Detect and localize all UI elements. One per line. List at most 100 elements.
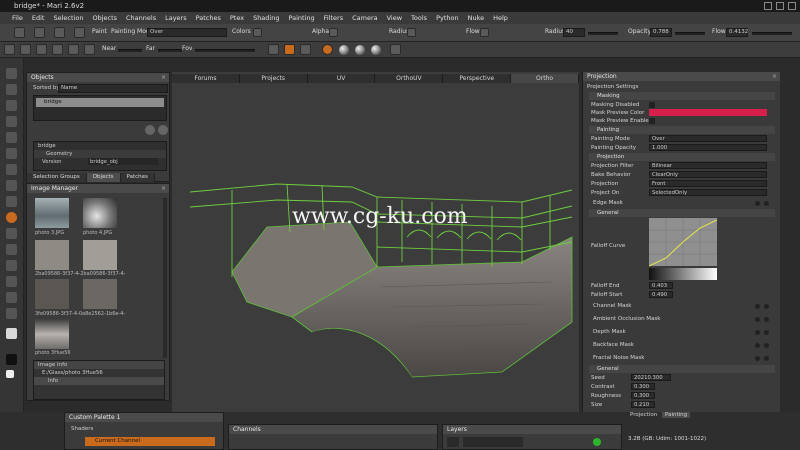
mask-preview-enabled-checkbox[interactable] — [649, 118, 655, 124]
light-tool-icon[interactable] — [6, 308, 17, 319]
tab-ortho[interactable]: Ortho — [511, 74, 579, 83]
fov-slider[interactable] — [195, 49, 255, 52]
layer-visibility-icon[interactable] — [447, 437, 459, 447]
bake-behavior-select[interactable]: ClearOnly — [649, 171, 767, 178]
falloff-curve-graph[interactable] — [649, 218, 717, 280]
general2-section[interactable]: General — [589, 365, 775, 373]
viewport[interactable]: www.cg-ku.com — [172, 72, 579, 412]
projection-select[interactable]: Front — [649, 180, 767, 187]
mask-enable-icon[interactable] — [755, 356, 760, 361]
ambient-occlusion-mask-header[interactable]: Ambient Occlusion Mask — [593, 315, 773, 324]
blur-tool-icon[interactable] — [6, 196, 17, 207]
maximize-icon[interactable] — [776, 2, 784, 10]
menu-objects[interactable]: Objects — [92, 12, 117, 24]
general-section[interactable]: General — [589, 209, 775, 217]
flatten-tool-icon[interactable] — [6, 276, 17, 287]
layer-blend-select[interactable] — [463, 437, 523, 447]
painting-opacity-input[interactable]: 1.000 — [649, 144, 767, 151]
radius-swatch-icon[interactable] — [407, 28, 416, 37]
close-icon[interactable]: × — [161, 184, 166, 193]
menu-tools[interactable]: Tools — [411, 12, 427, 24]
tab-patches[interactable]: Patches — [120, 173, 155, 182]
object-list-item[interactable]: bridge — [36, 98, 164, 107]
move-tool-icon[interactable] — [6, 132, 17, 143]
tab-uv[interactable]: UV — [307, 74, 376, 83]
projection-section[interactable]: Projection — [589, 153, 775, 161]
mask-invert-icon[interactable] — [764, 343, 769, 348]
masking-disabled-checkbox[interactable] — [649, 102, 655, 108]
fill-tool-icon[interactable] — [6, 148, 17, 159]
eraser-tool-icon[interactable] — [6, 116, 17, 127]
menu-edit[interactable]: Edit — [32, 12, 45, 24]
eyedropper-tool-icon[interactable] — [6, 244, 17, 255]
menu-python[interactable]: Python — [436, 12, 459, 24]
menu-filters[interactable]: Filters — [324, 12, 343, 24]
masking-section[interactable]: Masking — [589, 92, 775, 100]
image-thumb[interactable] — [83, 240, 117, 270]
move-icon[interactable] — [268, 44, 279, 55]
flow-slider[interactable] — [752, 32, 792, 35]
tab-projects[interactable]: Projects — [239, 74, 308, 83]
near-slider[interactable] — [118, 49, 142, 52]
edge-mask-header[interactable]: Edge Mask — [593, 199, 773, 208]
brush-icon[interactable] — [14, 27, 25, 38]
remove-object-icon[interactable] — [158, 125, 168, 135]
image-thumb[interactable] — [35, 319, 69, 349]
opacity-input[interactable]: 0.788 — [650, 28, 672, 37]
menu-nuke[interactable]: Nuke — [468, 12, 485, 24]
mask-invert-icon[interactable] — [764, 330, 769, 335]
menu-help[interactable]: Help — [493, 12, 508, 24]
menu-layers[interactable]: Layers — [165, 12, 187, 24]
select-tool-icon[interactable] — [6, 68, 17, 79]
projection-tool-icon[interactable] — [6, 212, 17, 223]
mask-enable-icon[interactable] — [755, 330, 760, 335]
light-icon[interactable] — [68, 44, 79, 55]
tab-forums[interactable]: Forums — [172, 74, 240, 83]
swap-color-icon[interactable] — [6, 370, 14, 378]
falloff-end-input[interactable]: 0.403 — [649, 282, 673, 289]
menu-file[interactable]: File — [12, 12, 23, 24]
backface-mask-header[interactable]: Backface Mask — [593, 341, 773, 350]
image-thumb[interactable] — [83, 198, 117, 228]
sphere-flat-icon[interactable] — [355, 45, 365, 55]
mask-enable-icon[interactable] — [755, 201, 760, 206]
mask-invert-icon[interactable] — [764, 356, 769, 361]
clone-tool-icon[interactable] — [6, 164, 17, 175]
mask-enable-icon[interactable] — [755, 304, 760, 309]
radius-slider[interactable] — [588, 32, 618, 35]
selected-object-name[interactable]: bridge — [34, 142, 166, 150]
close-icon[interactable] — [788, 2, 796, 10]
frame-icon[interactable] — [20, 44, 31, 55]
flow-input[interactable]: 0.4132 — [726, 28, 748, 37]
size-input[interactable]: 0.210 — [631, 401, 655, 408]
menu-selection[interactable]: Selection — [53, 12, 83, 24]
menu-view[interactable]: View — [387, 12, 402, 24]
tab-painting-bottom[interactable]: Painting — [662, 412, 691, 418]
shader-ball-icon[interactable] — [322, 44, 333, 55]
current-channel-item[interactable]: Current Channel — [85, 437, 215, 446]
painting-section[interactable]: Painting — [589, 126, 775, 134]
painting-mode-select[interactable]: Over — [649, 135, 767, 142]
clone-icon[interactable] — [74, 27, 85, 38]
painting-mode-select[interactable]: Over — [147, 28, 227, 37]
tab-orthouv[interactable]: OrthoUV — [375, 74, 444, 83]
eraser-icon[interactable] — [34, 27, 45, 38]
fractal-noise-mask-header[interactable]: Fractal Noise Mask — [593, 354, 773, 363]
image-thumb[interactable] — [35, 240, 69, 270]
project-on-select[interactable]: SelectedOnly — [649, 189, 767, 196]
close-icon[interactable]: × — [161, 73, 166, 82]
image-manager-scrollbar[interactable] — [163, 198, 167, 358]
menu-ptex[interactable]: Ptex — [230, 12, 244, 24]
alpha-swatch-icon[interactable] — [329, 28, 338, 37]
mask-invert-icon[interactable] — [764, 201, 769, 206]
sphere-spec-icon[interactable] — [371, 45, 381, 55]
tab-projection-bottom[interactable]: Projection — [630, 412, 657, 418]
mask-enable-icon[interactable] — [755, 343, 760, 348]
far-slider[interactable] — [158, 49, 182, 52]
menu-channels[interactable]: Channels — [126, 12, 156, 24]
projection-filter-select[interactable]: Bilinear — [649, 162, 767, 169]
close-icon[interactable]: × — [772, 72, 777, 81]
tab-perspective[interactable]: Perspective — [443, 74, 512, 83]
paint-buffer-icon[interactable] — [284, 44, 295, 55]
menu-camera[interactable]: Camera — [352, 12, 378, 24]
